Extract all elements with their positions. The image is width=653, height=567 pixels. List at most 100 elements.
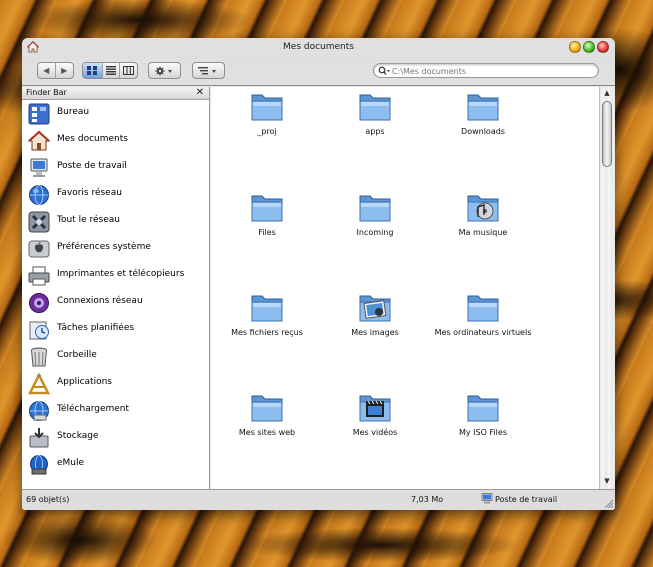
applications-icon — [28, 373, 50, 395]
folder-icon — [467, 295, 499, 322]
resize-grip-icon[interactable] — [603, 498, 613, 508]
sidebar-item-label: Tâches planifiées — [57, 323, 135, 333]
sidebar-item-connexions-reseau[interactable]: Connexions réseau — [22, 289, 209, 316]
forward-button[interactable]: ▶ — [56, 63, 73, 78]
folder-item[interactable]: My ISO Files — [423, 390, 543, 470]
column-view-icon — [123, 66, 135, 75]
status-object-count: 69 objet(s) — [26, 495, 70, 504]
folder-item[interactable]: Files — [207, 190, 327, 270]
sidebar-title: Finder Bar — [26, 88, 67, 97]
sidebar-item-mes-documents[interactable]: Mes documents — [22, 127, 209, 154]
network-connections-icon — [29, 293, 49, 313]
file-label: Mes fichiers reçus — [231, 328, 303, 337]
sidebar-item-poste-de-travail[interactable]: Poste de travail — [22, 154, 209, 181]
close-button[interactable] — [597, 41, 609, 53]
sidebar-item-telechargement[interactable]: Téléchargement — [22, 397, 209, 424]
finder-window: Mes documents ◀ ▶ C:\Mes documents Finde… — [22, 38, 615, 510]
sidebar-item-emule[interactable]: eMule — [22, 451, 209, 478]
file-label: Ma musique — [458, 228, 508, 237]
file-label: Mes sites web — [238, 428, 296, 437]
zoom-button[interactable] — [583, 41, 595, 53]
sidebar-item-label: Préférences système — [57, 242, 151, 252]
scroll-up-icon[interactable]: ▲ — [601, 88, 613, 99]
status-size: 7,03 Mo — [411, 495, 444, 504]
sidebar-item-imprimantes[interactable]: Imprimantes et télécopieurs — [22, 262, 209, 289]
minimize-button[interactable] — [569, 41, 581, 53]
network-x-icon — [28, 211, 50, 233]
sidebar-item-label: eMule — [57, 458, 85, 468]
folder-item[interactable]: _proj — [207, 89, 327, 169]
sidebar-item-taches-planifiees[interactable]: Tâches planifiées — [22, 316, 209, 343]
emule-icon — [30, 455, 48, 475]
scroll-thumb[interactable] — [602, 101, 612, 167]
column-view-button[interactable] — [119, 63, 137, 78]
file-label: My ISO Files — [458, 428, 507, 437]
sidebar-header: Finder Bar ✕ — [22, 87, 209, 100]
music-folder-icon — [467, 195, 499, 222]
sidebar-item-label: Stockage — [57, 431, 99, 441]
finder-sidebar: Finder Bar ✕ Bureau Mes documents Poste … — [22, 87, 210, 489]
arrange-menu-button[interactable] — [192, 62, 225, 79]
action-menu-button[interactable] — [148, 62, 181, 79]
folder-item[interactable]: apps — [315, 89, 435, 169]
sidebar-item-stockage[interactable]: Stockage — [22, 424, 209, 451]
sidebar-item-applications[interactable]: Applications — [22, 370, 209, 397]
search-icon[interactable] — [378, 66, 390, 76]
folder-item[interactable]: Mes sites web — [207, 390, 327, 470]
list-view-button[interactable] — [101, 63, 120, 78]
computer-icon — [481, 493, 493, 504]
search-box — [373, 63, 599, 78]
folder-icon — [251, 295, 283, 322]
sidebar-item-label: Imprimantes et télécopieurs — [57, 269, 185, 279]
file-label: Incoming — [356, 228, 394, 237]
scroll-down-icon[interactable]: ▼ — [601, 476, 613, 487]
folder-icon — [251, 94, 283, 121]
file-label: _proj — [257, 127, 277, 136]
file-label: Mes vidéos — [352, 428, 398, 437]
search-input[interactable] — [392, 65, 592, 77]
folder-icon — [467, 395, 499, 422]
folder-item[interactable]: Ma musique — [423, 190, 543, 270]
file-label: Downloads — [461, 127, 505, 136]
sidebar-item-label: Poste de travail — [57, 161, 127, 171]
folder-item[interactable]: Incoming — [315, 190, 435, 270]
sidebar-close-icon[interactable]: ✕ — [196, 87, 204, 99]
folder-icon — [467, 94, 499, 121]
sidebar-item-label: Connexions réseau — [57, 296, 143, 306]
file-label: Mes ordinateurs virtuels — [434, 328, 532, 337]
sidebar-item-label: Bureau — [57, 107, 90, 117]
folder-item[interactable]: Mes images — [315, 290, 435, 370]
sidebar-item-label: Applications — [57, 377, 112, 387]
sidebar-item-preferences-systeme[interactable]: Préférences système — [22, 235, 209, 262]
folder-item[interactable]: Mes ordinateurs virtuels — [423, 290, 543, 370]
back-button[interactable]: ◀ — [38, 63, 56, 78]
sidebar-item-label: Favoris réseau — [57, 188, 122, 198]
vertical-scrollbar[interactable]: ▲ ▼ — [599, 87, 614, 489]
arrange-icon — [197, 66, 216, 74]
status-location: Poste de travail — [495, 495, 558, 504]
folder-icon — [251, 195, 283, 222]
view-mode-group — [82, 62, 138, 79]
home-icon — [28, 130, 50, 151]
scheduled-tasks-icon — [29, 321, 49, 340]
title-bar[interactable]: Mes documents ◀ ▶ — [22, 38, 615, 86]
folder-icon — [359, 94, 391, 121]
folder-item[interactable]: Downloads — [423, 89, 543, 169]
sidebar-item-favoris-reseau[interactable]: Favoris réseau — [22, 181, 209, 208]
computer-icon — [30, 158, 48, 177]
folder-item[interactable]: Mes fichiers reçus — [207, 290, 327, 370]
sidebar-item-bureau[interactable]: Bureau — [22, 100, 209, 127]
sidebar-item-label: Téléchargement — [57, 404, 130, 414]
sidebar-item-corbeille[interactable]: Corbeille — [22, 343, 209, 370]
file-label: apps — [365, 127, 385, 136]
sidebar-item-tout-le-reseau[interactable]: Tout le réseau — [22, 208, 209, 235]
sidebar-item-label: Tout le réseau — [57, 215, 120, 225]
pictures-folder-icon — [359, 295, 391, 322]
icon-view-icon — [87, 66, 98, 75]
file-label: Mes images — [351, 328, 399, 337]
folder-item[interactable]: Mes vidéos — [315, 390, 435, 470]
folder-icon — [251, 395, 283, 422]
icon-view-button[interactable] — [83, 63, 102, 78]
download-icon — [29, 401, 49, 421]
window-title: Mes documents — [283, 42, 354, 52]
